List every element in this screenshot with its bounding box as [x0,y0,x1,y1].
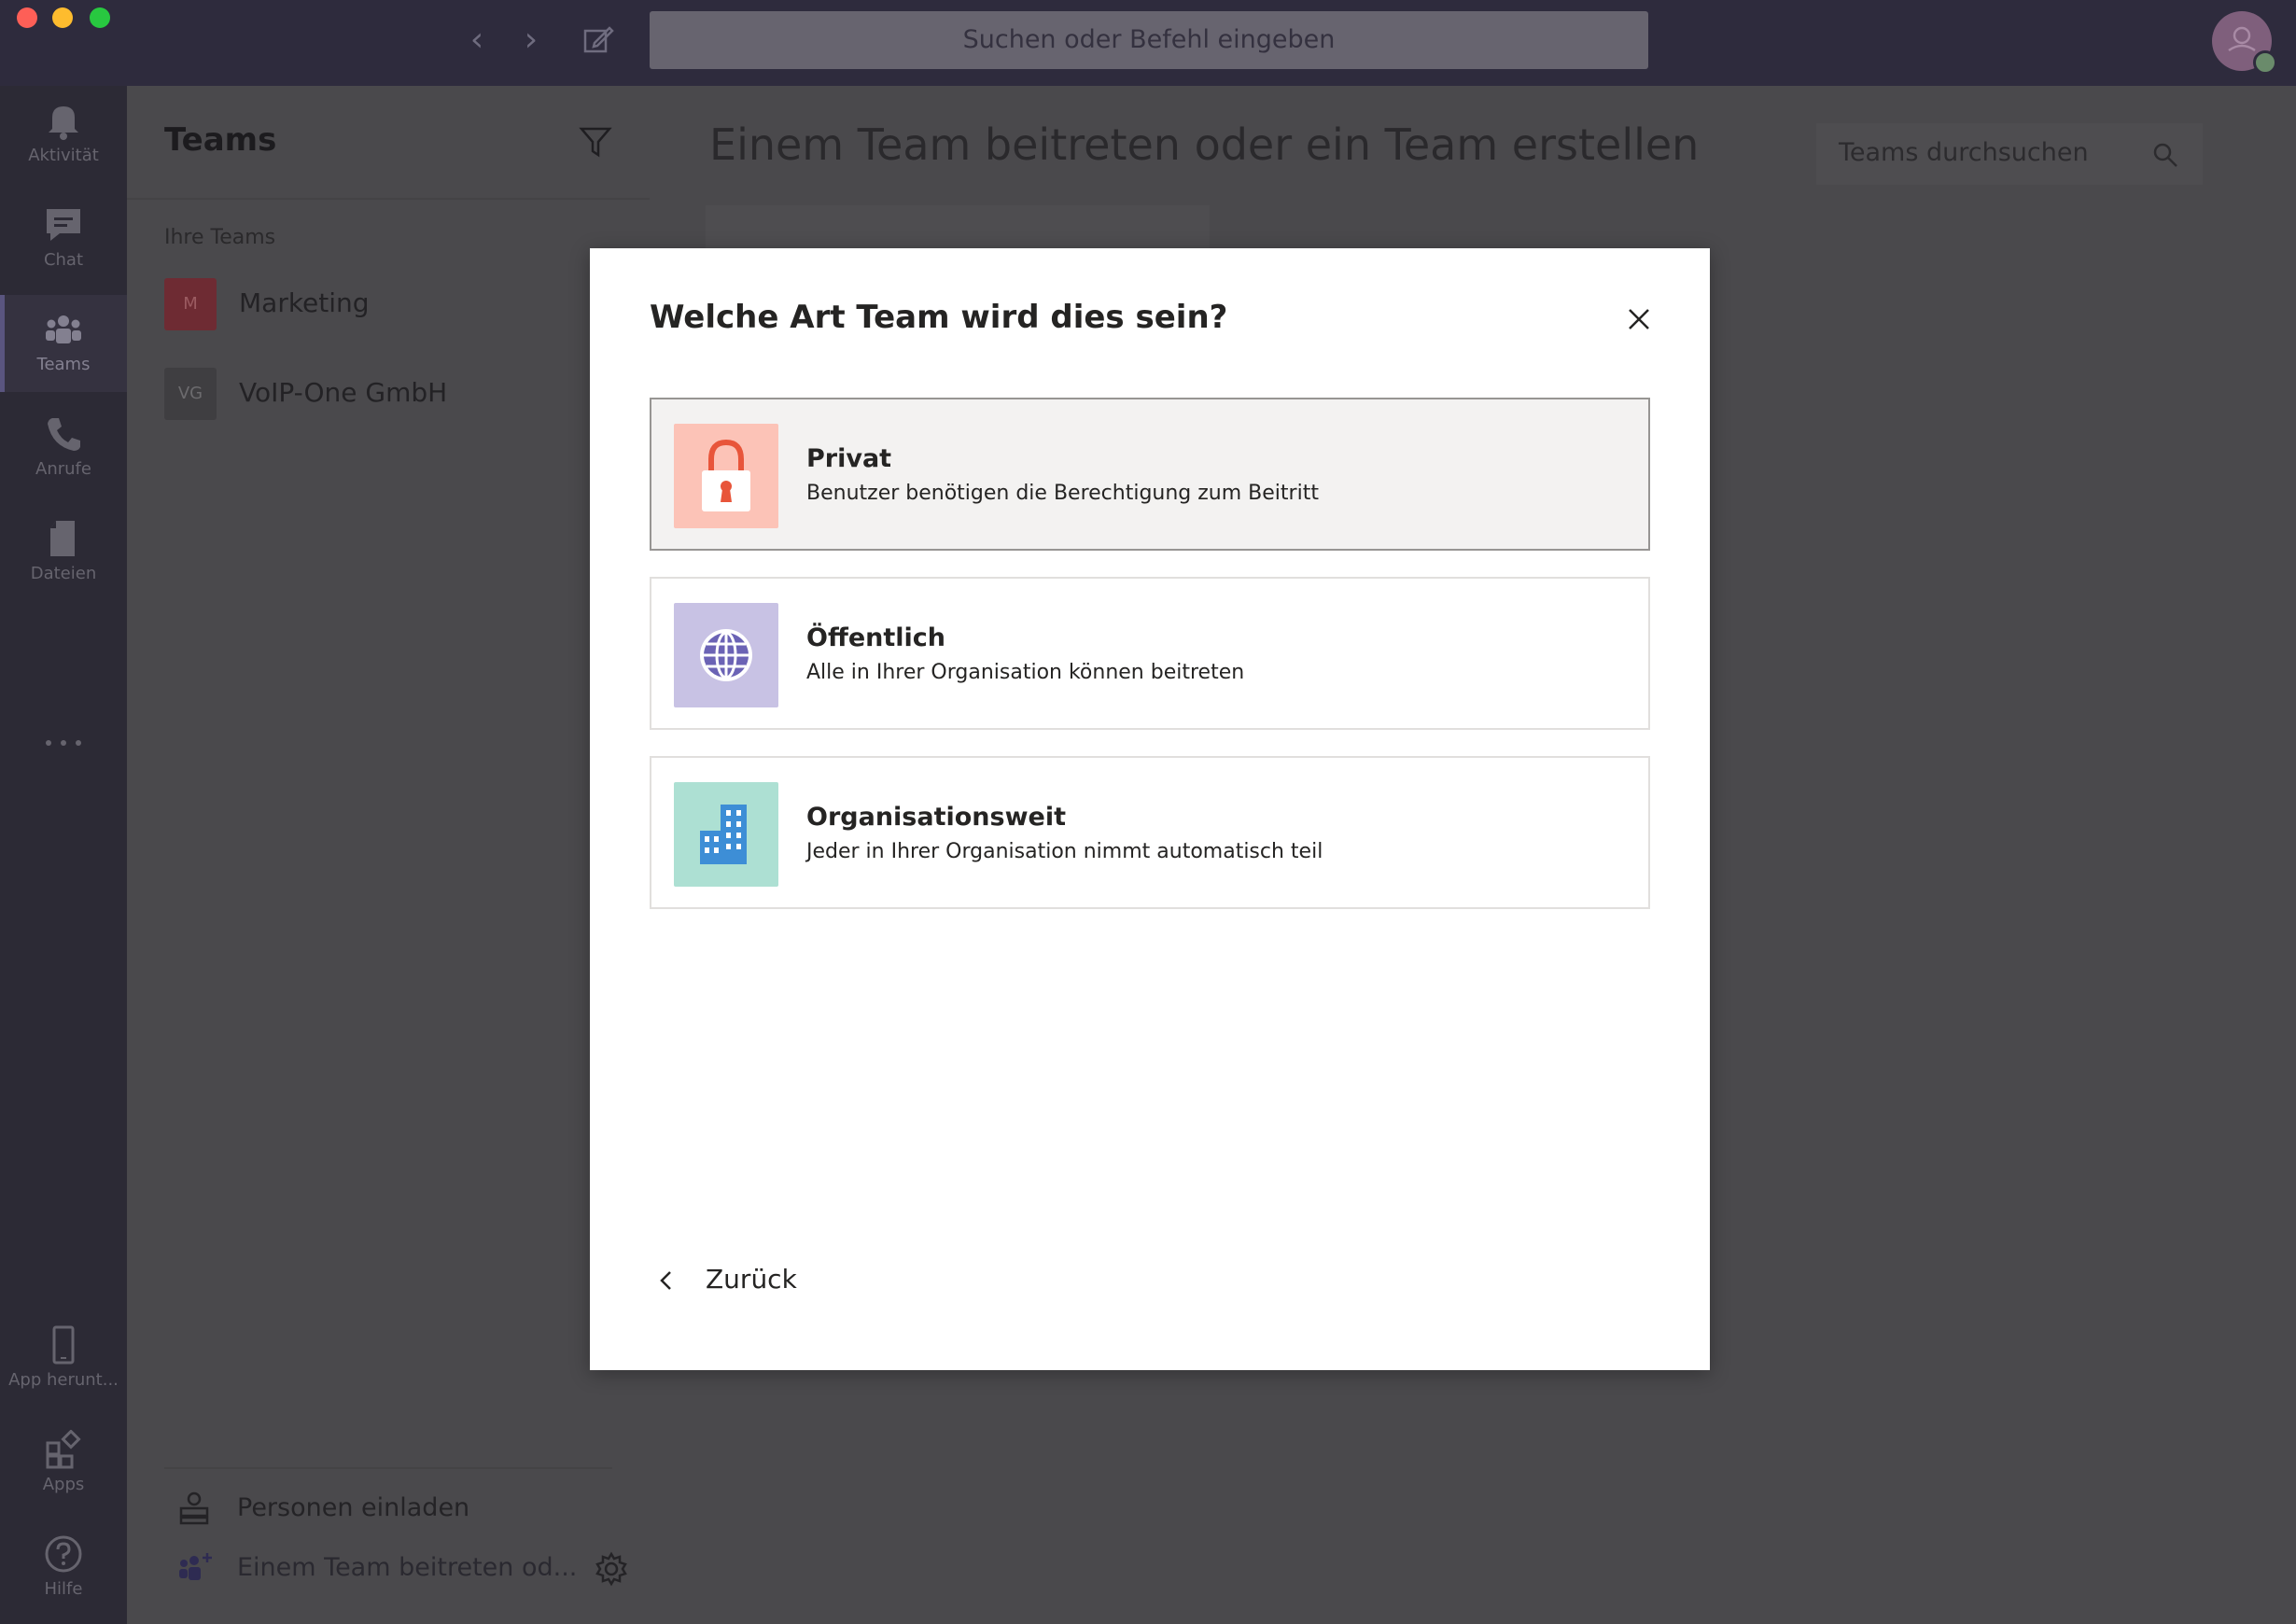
divider [164,1467,612,1469]
back-label: Zurück [706,1264,797,1295]
settings-gear-icon[interactable] [594,1551,629,1587]
compose-icon[interactable] [582,24,614,56]
team-avatar: M [164,278,217,330]
building-icon [700,805,747,864]
team-name: VoIP-One GmbH [239,377,448,408]
section-label: Ihre Teams [164,226,276,249]
option-org-wide[interactable]: Organisationsweit Jeder in Ihrer Organis… [650,756,1650,909]
rail-item-label: Dateien [30,564,97,583]
rail-item-files[interactable]: Dateien [0,504,127,601]
rail-item-help[interactable]: Hilfe [0,1519,127,1617]
org-wide-tile [674,782,778,887]
join-label: Einem Team beitreten od... [237,1553,578,1582]
rail-item-label: Teams [36,355,91,374]
mobile-icon [52,1325,75,1365]
search-icon[interactable] [2152,142,2178,168]
panel-title: Teams [164,121,277,159]
option-title: Privat [806,444,892,473]
invite-label: Personen einladen [237,1493,470,1522]
teams-search-input[interactable]: Teams durchsuchen [1816,123,2203,185]
chat-icon [47,209,80,241]
rail-item-activity[interactable]: Aktivität [0,86,127,183]
rail-item-label: Anrufe [35,459,91,479]
file-icon [50,521,75,556]
option-description: Alle in Ihrer Organisation können beitre… [806,661,1245,684]
rail-item-apps[interactable]: Apps [0,1415,127,1512]
team-item-marketing[interactable]: M Marketing [164,278,631,334]
rail-item-download-app[interactable]: App herunt... [0,1310,127,1407]
rail-item-teams[interactable]: Teams [0,295,127,392]
option-public[interactable]: Öffentlich Alle in Ihrer Organisation kö… [650,577,1650,730]
dialog-title: Welche Art Team wird dies sein? [650,299,1228,336]
title-bar: ‹ › Suchen oder Befehl eingeben [0,0,2296,86]
rail-item-chat[interactable]: Chat [0,190,127,287]
app-rail: Aktivität Chat Teams Anrufe Dateien App … [0,86,127,1624]
globe-icon [700,629,752,681]
teams-icon [46,315,81,343]
teams-panel: Teams Ihre Teams M Marketing VG VoIP-One… [127,86,650,1624]
rail-item-label: App herunt... [8,1370,119,1390]
rail-item-label: Apps [42,1475,85,1494]
phone-icon [48,418,80,451]
more-icon[interactable] [45,739,82,747]
minimize-window-button[interactable] [52,7,73,28]
command-search-input[interactable]: Suchen oder Befehl eingeben [650,11,1648,69]
public-tile [674,603,778,707]
team-item-voip-one[interactable]: VG VoIP-One GmbH [164,368,631,424]
lock-icon [702,439,750,511]
join-team-icon [179,1553,212,1580]
teams-search-placeholder: Teams durchsuchen [1839,138,2089,167]
invite-icon [179,1491,209,1525]
option-title: Öffentlich [806,623,946,652]
team-type-dialog: Welche Art Team wird dies sein? Privat B… [590,248,1710,1370]
private-tile [674,424,778,528]
rail-item-label: Chat [43,250,84,270]
bell-icon [49,106,78,140]
panel-header: Teams [127,86,650,200]
back-arrow-icon[interactable]: ‹ [461,23,493,57]
rail-item-label: Hilfe [44,1579,83,1599]
page-title: Einem Team beitreten oder ein Team erste… [709,119,1700,170]
chevron-left-icon [660,1271,671,1290]
invite-people-button[interactable]: Personen einladen [177,1486,551,1531]
maximize-window-button[interactable] [90,7,110,28]
rail-item-label: Aktivität [28,146,99,165]
team-name: Marketing [239,287,370,318]
close-window-button[interactable] [17,7,37,28]
apps-icon [46,1430,81,1469]
presence-badge [2253,50,2277,75]
back-button[interactable]: Zurück [650,1260,855,1301]
filter-icon[interactable] [579,125,612,159]
close-icon[interactable] [1624,304,1654,334]
forward-arrow-icon[interactable]: › [515,23,547,57]
option-description: Benutzer benötigen die Berechtigung zum … [806,482,1319,505]
rail-item-calls[interactable]: Anrufe [0,399,127,497]
option-private[interactable]: Privat Benutzer benötigen die Berechtigu… [650,398,1650,551]
help-icon [45,1535,82,1573]
join-create-team-button[interactable]: Einem Team beitreten od... [177,1546,577,1590]
team-avatar: VG [164,368,217,420]
option-title: Organisationsweit [806,803,1067,832]
option-description: Jeder in Ihrer Organisation nimmt automa… [806,840,1323,863]
